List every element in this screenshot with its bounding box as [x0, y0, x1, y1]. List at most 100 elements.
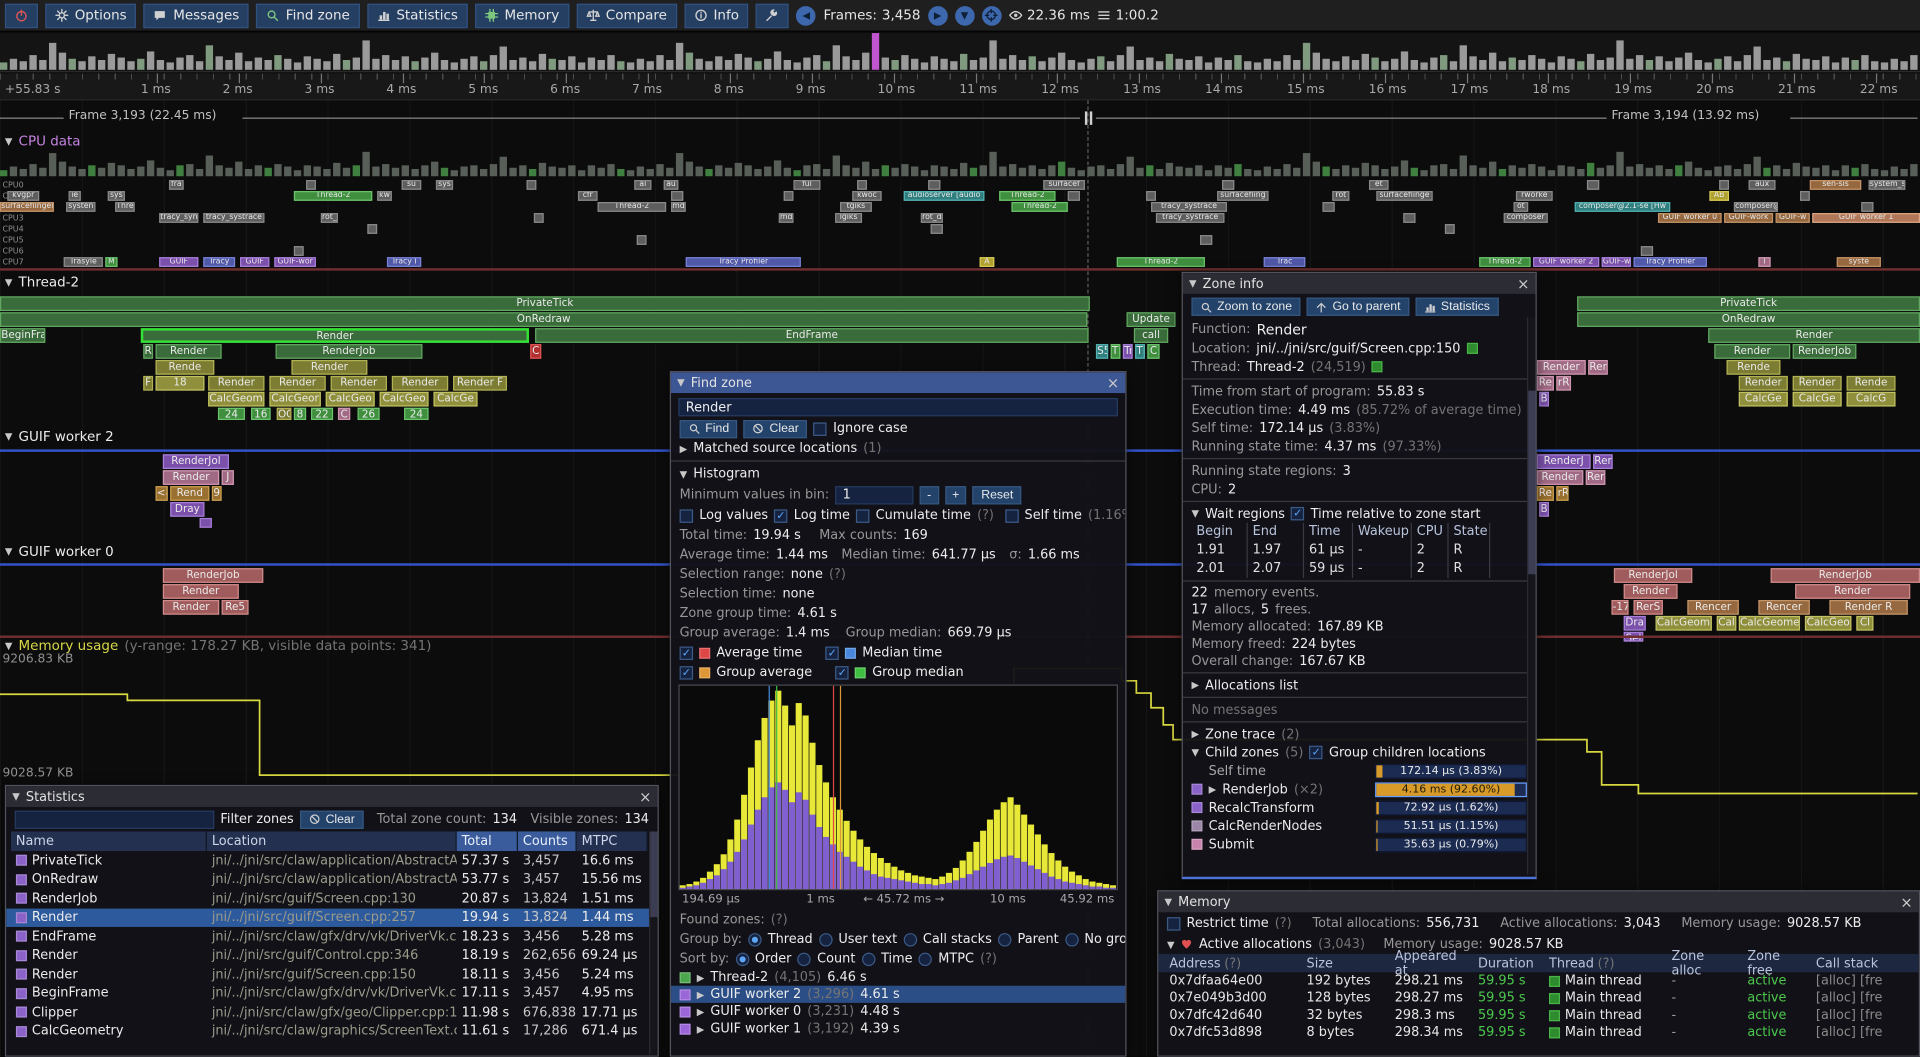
zone-info-titlebar[interactable]: ▼ Zone info ×	[1183, 273, 1536, 294]
toolbar-button-find-zone[interactable]: Find zone	[256, 3, 359, 27]
cpu-segment[interactable]	[1445, 224, 1455, 234]
zone-trace-expander[interactable]: ▶Zone trace(2)	[1183, 725, 1536, 743]
next-frame-button[interactable]: ▶	[928, 6, 948, 26]
cpu-segment[interactable]: au	[664, 180, 679, 190]
statistics-row[interactable]: Clipperjni/../jni/src/claw/gfx/geo/Clipp…	[6, 1003, 657, 1022]
timeline-zone[interactable]: Render R	[1829, 600, 1907, 615]
timeline-zone[interactable]: Render	[1537, 470, 1584, 485]
cpu-segment[interactable]	[527, 180, 537, 190]
frame-select-button[interactable]: ▼	[955, 6, 975, 26]
sort-by-count[interactable]	[798, 952, 811, 965]
cpu-segment[interactable]: rot_d	[921, 213, 943, 223]
timeline-zone[interactable]: C	[530, 344, 541, 359]
timeline-zone[interactable]: RenderJol	[163, 454, 229, 469]
collapse-icon[interactable]: ▼	[1189, 278, 1197, 289]
cpu-segment[interactable]: GUIF worker 0	[1658, 213, 1722, 223]
child-zone-row[interactable]: ▶RenderJob(×2)4.16 ms (92.60%)	[1183, 780, 1536, 798]
cpu-segment[interactable]	[534, 213, 544, 223]
cpu-segment[interactable]: GUIF-work	[1724, 213, 1773, 223]
power-button[interactable]	[5, 3, 38, 27]
wait-region-row[interactable]: 1.91 ms1.97 ms61 μs-2R	[1183, 541, 1536, 559]
statistics-row[interactable]: EndFramejni/../jni/src/claw/gfx/drv/vk/D…	[6, 927, 657, 946]
cpu-segment[interactable]: surfaceflinge	[1376, 191, 1432, 201]
cpu-segment[interactable]: A	[980, 257, 995, 267]
group-by-user-text[interactable]	[819, 932, 832, 945]
statistics-row[interactable]: Renderjni/../jni/src/guif/Control.cpp:34…	[6, 946, 657, 965]
timeline-zone[interactable]: CalcGeome	[208, 392, 264, 407]
cpu-segment[interactable]: Tracy Profiler	[686, 257, 801, 267]
cpu-segment[interactable]: et	[1369, 180, 1389, 190]
relative-time-checkbox[interactable]: ✓	[1291, 507, 1304, 520]
allocation-row[interactable]: 0x7dfaa64e00192 bytes298.21 ms59.95 sMai…	[1158, 972, 1918, 989]
timeline-zone[interactable]: C	[1147, 344, 1159, 359]
statistics-row[interactable]: BeginFramejni/../jni/src/claw/gfx/drv/vk…	[6, 984, 657, 1003]
checkbox-log-time[interactable]: ✓	[774, 509, 787, 522]
cpu-segment[interactable]: M	[105, 257, 117, 267]
cpu-segment[interactable]: GUIF-wor	[274, 257, 316, 267]
toolbar-button-statistics[interactable]: Statistics	[367, 3, 468, 27]
timeline-zone[interactable]: Cl	[1856, 616, 1873, 631]
thread-header-guif-worker-2[interactable]: ▼GUIF worker 2	[5, 429, 114, 445]
go-to-parent-button[interactable]: Go to parent	[1307, 298, 1409, 316]
legend-checkbox[interactable]: ✓	[680, 666, 693, 679]
thread-name[interactable]: Thread-2	[1247, 359, 1305, 374]
timeline-zone[interactable]: Re	[1537, 486, 1554, 501]
sort-by-order[interactable]	[735, 952, 748, 965]
zone-group-row[interactable]: ▶Thread-2(4,105)6.46 s	[671, 969, 1125, 986]
cpu-segment[interactable]: surfacef	[1043, 180, 1085, 190]
cpu-segment[interactable]	[1322, 202, 1334, 212]
column-header-address[interactable]: Address(?)	[1164, 956, 1301, 971]
cpu-segment[interactable]: system_s	[1869, 180, 1906, 190]
cpu-segment[interactable]	[1068, 191, 1080, 201]
column-header-name[interactable]: Name	[11, 831, 207, 851]
timeline-zone[interactable]: 22	[311, 408, 333, 420]
column-header-total-tim[interactable]: Total tim	[457, 831, 518, 851]
ignore-case-checkbox[interactable]	[814, 422, 827, 435]
collapse-icon[interactable]: ▼	[1164, 896, 1172, 907]
cpu-segment[interactable]: composer	[1504, 213, 1548, 223]
timeline-zone[interactable]: RenderJob	[276, 344, 423, 359]
close-icon[interactable]: ×	[1900, 894, 1912, 909]
cpu-segment[interactable]: audioserver [audio	[904, 191, 985, 201]
cpu-segment[interactable]: AB	[1709, 191, 1729, 201]
cpu-segment[interactable]	[928, 180, 940, 190]
cpu-segment[interactable]: Tracy	[203, 257, 235, 267]
group-by-no-groupi[interactable]	[1065, 932, 1078, 945]
statistics-row[interactable]: PrivateTickjni/../jni/src/claw/applicati…	[6, 851, 657, 870]
timeline-zone[interactable]: rR	[1556, 376, 1571, 391]
cpu-segment[interactable]: GUIF	[240, 257, 269, 267]
search-input[interactable]: Render	[678, 398, 1118, 416]
timeline-zone[interactable]: Re5	[222, 600, 249, 615]
cpu-segment[interactable]	[784, 191, 794, 201]
timeline-zone[interactable]: Rend	[1593, 454, 1613, 469]
timeline-zone[interactable]: EndFrame	[535, 328, 1088, 343]
statistics-row[interactable]: RenderJobjni/../jni/src/guif/Screen.cpp:…	[6, 889, 657, 908]
cpu-segment[interactable]: su	[402, 180, 422, 190]
column-header-call-stack[interactable]: Call stack	[1811, 956, 1897, 971]
toolbar-button-info[interactable]: Info	[684, 3, 749, 27]
timeline-zone[interactable]	[200, 518, 212, 528]
child-zone-row[interactable]: CalcRenderNodes51.51 μs (1.15%)	[1183, 817, 1536, 835]
timeline-zone[interactable]: RenderJob	[163, 568, 263, 583]
cpu-segment[interactable]	[1587, 180, 1599, 190]
group-children-checkbox[interactable]: ✓	[1309, 746, 1322, 759]
timeline-zone[interactable]: CalcGe	[433, 392, 477, 407]
timeline-zone[interactable]: Render	[163, 470, 219, 485]
timeline-zone[interactable]: CalcGeo	[326, 392, 375, 407]
cpu-segment[interactable]	[294, 246, 304, 256]
child-zone-row[interactable]: RecalcTransform72.92 μs (1.62%)	[1183, 798, 1536, 816]
timeline-zone[interactable]: Render	[163, 584, 239, 599]
crosshair-button[interactable]	[982, 6, 1002, 26]
timeline-zone[interactable]: Render	[291, 360, 367, 375]
cpu-segment[interactable]	[671, 191, 683, 201]
decrement-button[interactable]: -	[920, 486, 939, 504]
timeline-zone[interactable]: RenderJ	[1537, 454, 1591, 469]
toolbar-button-messages[interactable]: Messages	[144, 3, 249, 27]
timeline-zone[interactable]: Rencer	[1758, 600, 1809, 615]
cpu-segment[interactable]: GUIF worker 1	[1812, 213, 1920, 223]
cpu-segment[interactable]	[1641, 246, 1653, 256]
cpu-segment[interactable]: rworke	[1516, 191, 1553, 201]
timeline-zone[interactable]: 18	[156, 376, 205, 391]
legend-checkbox[interactable]: ✓	[826, 646, 839, 659]
timeline-zone[interactable]: Render	[156, 344, 222, 359]
